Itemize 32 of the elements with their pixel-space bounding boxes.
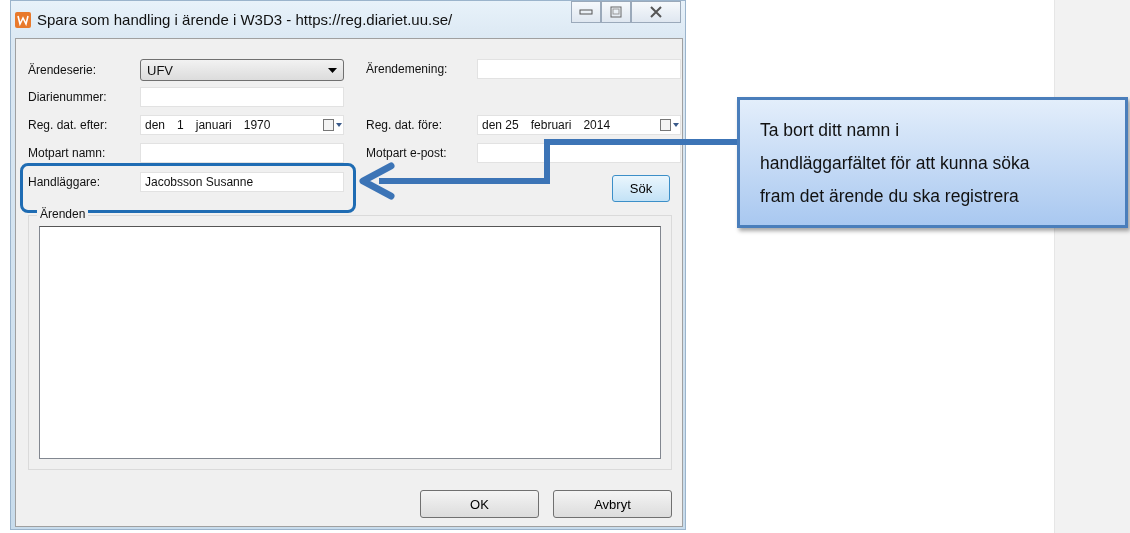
input-field[interactable] xyxy=(140,143,344,163)
minimize-icon xyxy=(579,9,593,15)
caret-icon xyxy=(328,67,337,73)
calendar-icon xyxy=(660,119,680,131)
field-label: Motpart namn: xyxy=(28,146,107,160)
ok-button[interactable]: OK xyxy=(420,490,539,518)
search-button[interactable]: Sök xyxy=(612,175,670,202)
date-picker[interactable]: den 25 februari 2014 xyxy=(477,115,681,135)
field-label: Motpart e-post: xyxy=(366,146,448,160)
field-label: Reg. dat. före: xyxy=(366,118,444,132)
input-field[interactable] xyxy=(477,143,681,163)
cancel-button[interactable]: Avbryt xyxy=(553,490,672,518)
field-label: Diarienummer: xyxy=(28,90,108,104)
minimize-button[interactable] xyxy=(571,1,601,23)
field-label: Ärendeserie: xyxy=(28,63,98,77)
close-icon xyxy=(649,6,663,18)
window-title: Spara som handling i ärende i W3D3 - https://reg.diariet.uu.se/ xyxy=(37,11,453,28)
input-field[interactable] xyxy=(140,87,344,107)
field-label: Reg. dat. efter: xyxy=(28,118,109,132)
callout-box: Ta bort ditt namn i handläggarfältet för att kunna söka fram det ärende du ska registrera xyxy=(737,97,1128,228)
group-title: Ärenden xyxy=(37,207,89,221)
close-button[interactable] xyxy=(631,1,681,23)
dropdown[interactable]: UFV xyxy=(140,59,344,81)
field-label: Ärendemening: xyxy=(366,62,449,76)
maximize-icon xyxy=(610,6,622,18)
maximize-button[interactable] xyxy=(601,1,631,23)
app-icon xyxy=(15,11,31,28)
date-picker[interactable]: den 1 januari 1970 xyxy=(140,115,344,135)
input-field[interactable] xyxy=(477,59,681,79)
field-label: Handläggare: xyxy=(28,175,102,189)
input-field[interactable]: Jacobsson Susanne xyxy=(140,172,344,192)
calendar-icon xyxy=(323,119,343,131)
